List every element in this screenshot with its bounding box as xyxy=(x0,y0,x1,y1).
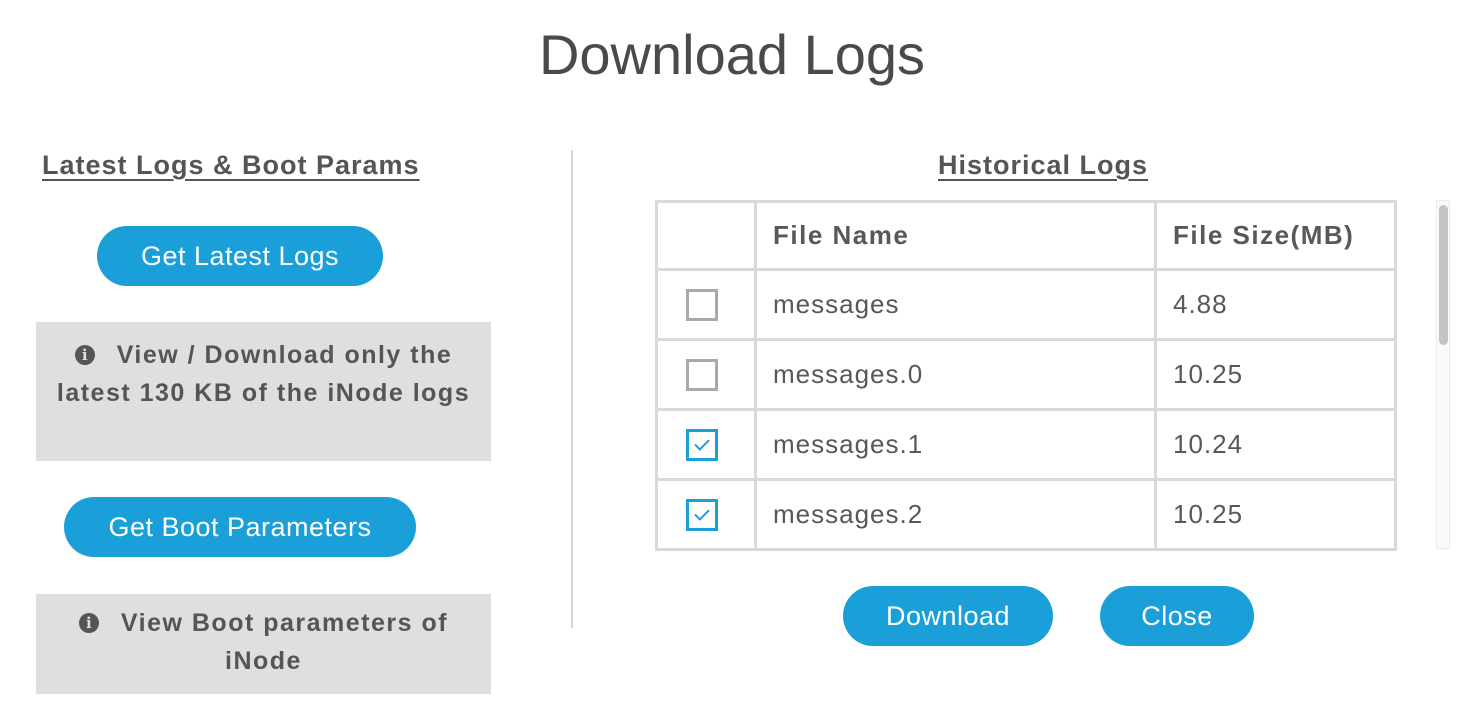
info-icon: i xyxy=(74,345,95,365)
file-size-column-header[interactable]: File Size(MB) xyxy=(1154,200,1397,271)
file-name-cell: messages.0 xyxy=(754,338,1157,411)
file-size-cell: 4.88 xyxy=(1154,268,1397,341)
select-column-header xyxy=(655,200,757,271)
row-select-cell[interactable] xyxy=(655,478,757,551)
file-name-cell: messages xyxy=(754,268,1157,341)
latest-logs-info: i View / Download only the latest 130 KB … xyxy=(36,322,491,461)
boot-params-info-text: View Boot parameters of iNode xyxy=(120,609,449,675)
scrollbar-thumb[interactable] xyxy=(1439,205,1448,345)
row-select-cell[interactable] xyxy=(655,408,757,481)
checkmark-icon xyxy=(694,504,710,521)
file-name-cell: messages.2 xyxy=(754,478,1157,551)
table-row[interactable]: messages.2 10.25 xyxy=(655,478,1397,551)
close-button[interactable]: Close xyxy=(1100,586,1254,646)
table-scrollbar[interactable] xyxy=(1436,200,1450,549)
table-row[interactable]: messages.1 10.24 xyxy=(655,408,1397,481)
row-checkbox[interactable] xyxy=(686,498,718,531)
panel-divider xyxy=(571,150,573,628)
table-header-row: File Name File Size(MB) xyxy=(655,200,1397,271)
latest-logs-info-text: View / Download only the latest 130 KB o… xyxy=(56,341,471,407)
file-name-cell: messages.1 xyxy=(754,408,1157,481)
row-checkbox[interactable] xyxy=(686,288,718,321)
latest-logs-heading: Latest Logs & Boot Params xyxy=(42,150,420,180)
file-size-cell: 10.24 xyxy=(1154,408,1397,481)
row-select-cell[interactable] xyxy=(655,268,757,341)
info-icon: i xyxy=(78,613,99,633)
file-size-cell: 10.25 xyxy=(1154,478,1397,551)
file-size-cell: 10.25 xyxy=(1154,338,1397,411)
download-button[interactable]: Download xyxy=(843,586,1053,646)
boot-params-info: i View Boot parameters of iNode xyxy=(36,594,491,694)
row-checkbox[interactable] xyxy=(686,428,718,461)
checkmark-icon xyxy=(694,434,710,451)
file-name-column-header[interactable]: File Name xyxy=(754,200,1157,271)
get-latest-logs-button[interactable]: Get Latest Logs xyxy=(97,226,383,286)
table-row[interactable]: messages 4.88 xyxy=(655,268,1397,341)
historical-logs-table: File Name File Size(MB) messages 4.88 me… xyxy=(655,200,1397,551)
row-checkbox[interactable] xyxy=(686,358,718,391)
historical-logs-heading: Historical Logs xyxy=(938,150,1149,180)
table-row[interactable]: messages.0 10.25 xyxy=(655,338,1397,411)
get-boot-parameters-button[interactable]: Get Boot Parameters xyxy=(64,497,416,557)
row-select-cell[interactable] xyxy=(655,338,757,411)
page-title: Download Logs xyxy=(538,23,926,86)
